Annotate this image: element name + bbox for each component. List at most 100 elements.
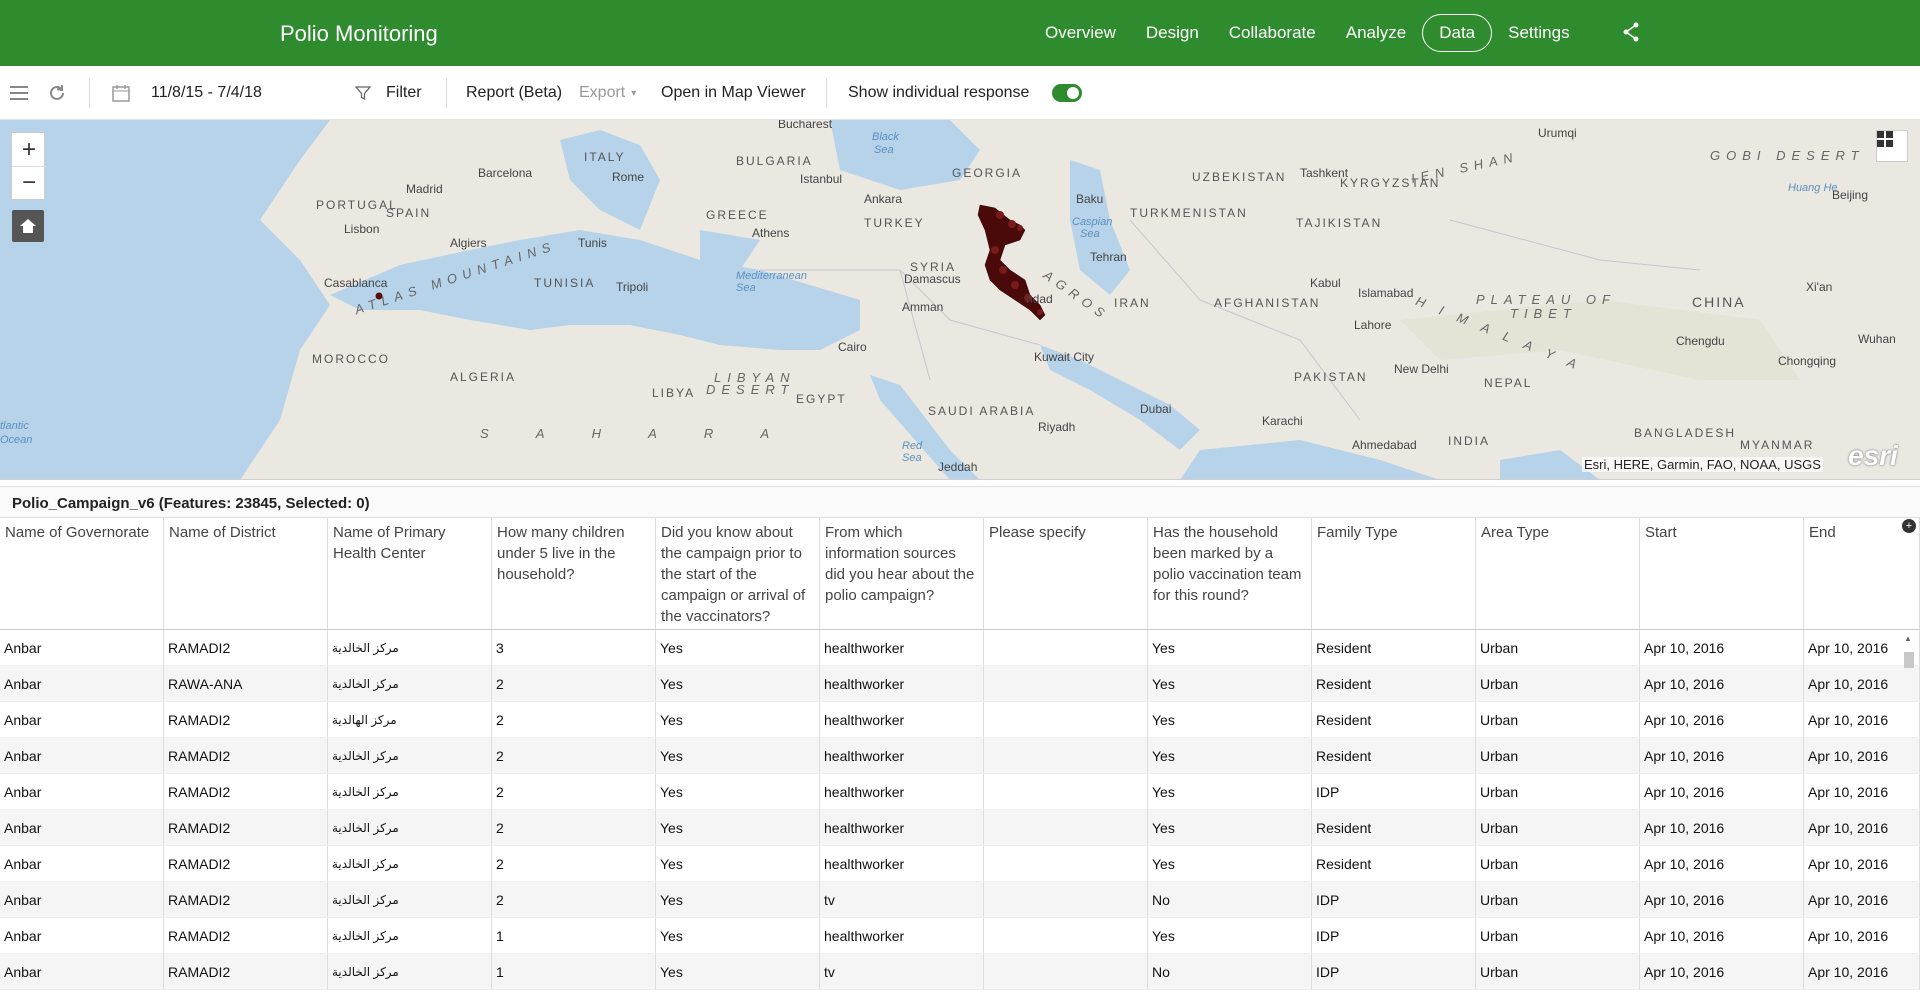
- table-cell: [984, 630, 1148, 665]
- column-header[interactable]: Name of Primary Health Center: [328, 518, 492, 629]
- table-cell: Anbar: [0, 810, 164, 845]
- scroll-up-icon[interactable]: ▲: [1904, 634, 1912, 643]
- map-label-barcelona: Barcelona: [478, 166, 533, 180]
- report-button[interactable]: Report (Beta): [466, 66, 562, 120]
- column-header[interactable]: How many children under 5 live in the ho…: [492, 518, 656, 629]
- map-label-plateau-of: PLATEAU OF: [1476, 292, 1616, 307]
- table-cell: Urban: [1476, 702, 1640, 737]
- table-cell: RAWA-ANA: [164, 666, 328, 701]
- zoom-out-button[interactable]: −: [12, 166, 46, 199]
- table-cell: Yes: [656, 810, 820, 845]
- table-cell: مركز الخالدية: [328, 846, 492, 881]
- table-cell: Anbar: [0, 882, 164, 917]
- column-header[interactable]: Please specify: [984, 518, 1148, 629]
- column-header[interactable]: Name of Governorate: [0, 518, 164, 629]
- map-label-casablanca: Casablanca: [324, 276, 388, 290]
- table-cell: IDP: [1312, 954, 1476, 989]
- map-label-kuwait-city: Kuwait City: [1034, 350, 1095, 364]
- table-cell: Yes: [656, 702, 820, 737]
- map-label-chongqing: Chongqing: [1778, 354, 1837, 368]
- refresh-icon[interactable]: [47, 66, 67, 120]
- table-cell: Resident: [1312, 810, 1476, 845]
- table-cell: Urban: [1476, 954, 1640, 989]
- column-header[interactable]: End: [1804, 518, 1920, 629]
- column-header[interactable]: Family Type: [1312, 518, 1476, 629]
- column-header[interactable]: Start: [1640, 518, 1804, 629]
- map-label-huang-he: Huang He: [1788, 182, 1838, 194]
- table-cell: RAMADI2: [164, 846, 328, 881]
- date-range[interactable]: 11/8/15 - 7/4/18: [151, 66, 262, 120]
- map-label-riyadh: Riyadh: [1038, 420, 1076, 434]
- caret-down-icon: ▾: [631, 87, 637, 99]
- table-row[interactable]: Anbar RAMADI2 مركز الخالدية 1 Yes tv No IDP Urba…: [0, 954, 1920, 990]
- table-row[interactable]: Anbar RAMADI2 مركز الخالدية 2 Yes healthworke…: [0, 774, 1920, 810]
- table-cell: Apr 10, 2016: [1640, 882, 1804, 917]
- table-row[interactable]: Anbar RAMADI2 مركز الخالدية 3 Yes healthworke…: [0, 630, 1920, 666]
- table-row[interactable]: Anbar RAMADI2 مركز الخالدية 2 Yes tv No IDP Urba…: [0, 882, 1920, 918]
- map-label-tehran: Tehran: [1090, 250, 1127, 264]
- table-row[interactable]: Anbar RAMADI2 مركز الخالدية 2 Yes healthworke…: [0, 846, 1920, 882]
- map-view[interactable]: Bucharest Black Sea GEORGIA BULGARIA ITA…: [0, 120, 1920, 480]
- share-icon[interactable]: [1622, 22, 1640, 42]
- table-cell: Apr 10, 2016: [1640, 846, 1804, 881]
- table-cell: Resident: [1312, 738, 1476, 773]
- tab-design[interactable]: Design: [1146, 15, 1199, 51]
- toggle-switch: [1052, 84, 1082, 102]
- column-header[interactable]: Has the household been marked by a polio…: [1148, 518, 1312, 629]
- table-cell: [984, 774, 1148, 809]
- table-cell: 1: [492, 954, 656, 989]
- table-cell: Anbar: [0, 774, 164, 809]
- map-label-madrid: Madrid: [406, 182, 443, 196]
- zoom-in-button[interactable]: +: [12, 133, 46, 166]
- table-cell: مركز الخالدية: [328, 630, 492, 665]
- tab-analyze[interactable]: Analyze: [1346, 15, 1406, 51]
- table-cell: Anbar: [0, 666, 164, 701]
- scroll-thumb[interactable]: [1904, 652, 1914, 668]
- table-options-icon[interactable]: +: [1902, 519, 1916, 533]
- column-header[interactable]: Did you know about the campaign prior to…: [656, 518, 820, 629]
- table-cell: Urban: [1476, 846, 1640, 881]
- filter-button[interactable]: Filter: [386, 66, 422, 120]
- column-header[interactable]: Name of District: [164, 518, 328, 629]
- table-scrollbar[interactable]: ▲: [1900, 632, 1916, 1004]
- tab-settings[interactable]: Settings: [1508, 15, 1569, 51]
- open-map-viewer-button[interactable]: Open in Map Viewer: [661, 66, 806, 120]
- filter-icon[interactable]: [355, 66, 371, 120]
- table-row[interactable]: Anbar RAMADI2 مركز الخالدية 1 Yes healthworke…: [0, 918, 1920, 954]
- show-individual-toggle[interactable]: [1052, 66, 1082, 120]
- map-label-damascus: Damascus: [904, 272, 961, 286]
- table-cell: Yes: [656, 918, 820, 953]
- column-header[interactable]: From which information sources did you h…: [820, 518, 984, 629]
- table-cell: Yes: [1148, 774, 1312, 809]
- basemap-gallery-button[interactable]: [1876, 130, 1908, 162]
- table-cell: Apr 10, 2016: [1640, 918, 1804, 953]
- table-cell: مركز الخالدية: [328, 882, 492, 917]
- tab-collaborate[interactable]: Collaborate: [1229, 15, 1316, 51]
- calendar-icon[interactable]: [112, 66, 130, 120]
- table-row[interactable]: Anbar RAMADI2 مركز الهالدية 2 Yes healthworke…: [0, 702, 1920, 738]
- table-cell: Resident: [1312, 702, 1476, 737]
- table-cell: 2: [492, 702, 656, 737]
- table-cell: [984, 918, 1148, 953]
- table-row[interactable]: Anbar RAWA-ANA مركز الخالدية 2 Yes healthwork…: [0, 666, 1920, 702]
- table-cell: Urban: [1476, 774, 1640, 809]
- table-cell: healthworker: [820, 630, 984, 665]
- table-cell: مركز الخالدية: [328, 774, 492, 809]
- map-label-jeddah: Jeddah: [938, 460, 978, 474]
- map-label-caspian: Caspian: [1072, 216, 1113, 228]
- table-cell: 2: [492, 774, 656, 809]
- map-label-gobi-desert: GOBI DESERT: [1710, 148, 1865, 163]
- tab-data[interactable]: Data: [1422, 14, 1493, 52]
- table-cell: مركز الهالدية: [328, 702, 492, 737]
- table-row[interactable]: Anbar RAMADI2 مركز الخالدية 2 Yes healthworke…: [0, 810, 1920, 846]
- map-label-bulgaria: BULGARIA: [736, 154, 813, 168]
- export-dropdown[interactable]: Export ▾: [579, 66, 636, 120]
- table-cell: healthworker: [820, 702, 984, 737]
- column-header[interactable]: Area Type: [1476, 518, 1640, 629]
- map-label-spain: SPAIN: [386, 206, 432, 220]
- table-cell: tv: [820, 882, 984, 917]
- table-row[interactable]: Anbar RAMADI2 مركز الخالدية 2 Yes healthworke…: [0, 738, 1920, 774]
- menu-icon[interactable]: [10, 66, 28, 120]
- tab-overview[interactable]: Overview: [1045, 15, 1116, 51]
- home-button[interactable]: [12, 210, 44, 242]
